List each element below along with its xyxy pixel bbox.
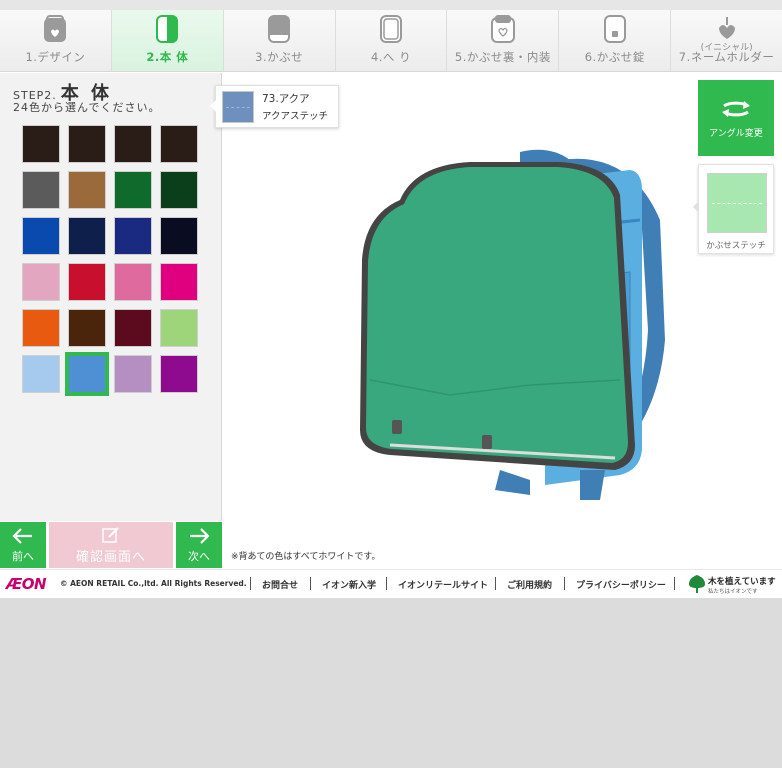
tab-label: 1.デザイン	[25, 50, 86, 64]
top-strip	[0, 0, 782, 10]
bottom-strap-right	[580, 470, 605, 500]
color-swatch[interactable]	[22, 171, 60, 209]
step-navigation: 1.デザイン 2.本 体 3.かぶせ 4.へ り 5.かぶせ裏・内装 6.かぶせ…	[0, 10, 782, 72]
tab-sublabel: (イニシャル)	[700, 43, 753, 53]
copyright-text: © AEON RETAIL Co.,ltd. All Rights Reserv…	[60, 579, 247, 588]
color-swatch[interactable]	[68, 125, 106, 163]
bag-lock-icon	[600, 13, 630, 45]
bag-flap-icon	[264, 13, 294, 45]
tab-label: 4.へ り	[370, 50, 412, 64]
footer-link-new-school[interactable]: イオン新入学	[322, 578, 376, 591]
bag-flap	[366, 167, 628, 463]
bag-body-icon	[152, 13, 182, 45]
tree-planting-subtext: 私たちはイオンです	[708, 589, 758, 595]
tab-design[interactable]: 1.デザイン	[0, 10, 112, 71]
color-swatch[interactable]	[114, 309, 152, 347]
next-button[interactable]: 次へ	[176, 522, 222, 568]
tree-planting-badge[interactable]: 木を植えています 私たちはイオンです	[688, 574, 776, 596]
color-swatch[interactable]	[68, 309, 106, 347]
app-window: 1.デザイン 2.本 体 3.かぶせ 4.へ り 5.かぶせ裏・内装 6.かぶせ…	[0, 0, 782, 598]
color-swatch[interactable]	[160, 217, 198, 255]
color-swatch[interactable]	[160, 125, 198, 163]
change-angle-button[interactable]: アングル変更	[698, 80, 774, 156]
color-swatch[interactable]	[160, 263, 198, 301]
arrow-left-icon	[12, 527, 32, 544]
footer-link-aeon-retail[interactable]: イオンリテールサイト	[398, 578, 488, 591]
tab-flap-interior[interactable]: 5.かぶせ裏・内装	[447, 10, 560, 71]
tab-label: 6.かぶせ錠	[584, 50, 645, 64]
aeon-logo[interactable]: ÆON	[6, 575, 47, 593]
flap-rivet-right	[482, 435, 492, 449]
flap-stitch-label: かぶせステッチ	[706, 241, 766, 251]
color-swatch[interactable]	[22, 263, 60, 301]
tab-label: 5.かぶせ裏・内装	[454, 50, 551, 64]
footer-separator	[495, 577, 496, 590]
tab-label: 2.本 体	[146, 50, 189, 64]
color-swatch[interactable]	[114, 355, 152, 393]
next-label: 次へ	[188, 549, 210, 563]
bag-heart-icon	[40, 13, 70, 45]
bag-interior-icon	[488, 13, 518, 45]
flap-stitch-preview[interactable]: かぶせステッチ	[693, 164, 774, 254]
color-swatch[interactable]	[22, 217, 60, 255]
footer-separator	[564, 577, 565, 590]
footer-separator	[674, 577, 675, 590]
footer: ÆON © AEON RETAIL Co.,ltd. All Rights Re…	[0, 569, 782, 598]
tab-label: 3.かぶせ	[255, 50, 304, 64]
footer-separator	[386, 577, 387, 590]
change-angle-label: アングル変更	[709, 128, 763, 139]
bag-edge-icon	[376, 13, 406, 45]
color-swatch[interactable]	[22, 355, 60, 393]
selected-color-info: 73.アクア アクアステッチ	[262, 91, 328, 122]
color-swatch[interactable]	[22, 125, 60, 163]
color-swatch[interactable]	[160, 171, 198, 209]
randoseru-preview-image	[360, 149, 665, 500]
tab-edge[interactable]: 4.へ り	[335, 10, 448, 71]
tab-body[interactable]: 2.本 体	[111, 10, 224, 71]
color-swatch[interactable]	[114, 125, 152, 163]
confirm-label: 確認画面へ	[75, 549, 146, 565]
color-swatch[interactable]	[114, 171, 152, 209]
footer-link-terms[interactable]: ご利用規約	[507, 578, 552, 591]
footer-separator	[250, 577, 251, 590]
background-note: ※背あての色はすべてホワイトです。	[231, 552, 381, 562]
tree-planting-text: 木を植えています	[708, 577, 776, 587]
color-swatch-grid	[22, 125, 198, 396]
selected-color-swatch	[222, 90, 254, 123]
color-swatch[interactable]	[22, 309, 60, 347]
color-swatch[interactable]	[68, 263, 106, 301]
color-swatch[interactable]	[65, 352, 109, 396]
color-selection-panel: STEP2. 本 体 24色から選んでください。	[0, 73, 222, 521]
rotate-icon	[722, 100, 750, 117]
color-swatch[interactable]	[160, 309, 198, 347]
color-swatch[interactable]	[68, 171, 106, 209]
footer-link-contact[interactable]: お問合せ	[262, 578, 298, 591]
selected-stitch-name: アクアステッチ	[262, 111, 329, 122]
bottom-strap	[495, 470, 530, 495]
color-swatch[interactable]	[114, 263, 152, 301]
tab-name-holder[interactable]: (イニシャル) 7.ネームホルダー	[671, 10, 782, 71]
step-instruction: 24色から選んでください。	[13, 101, 161, 114]
flap-rivet-left	[392, 420, 402, 434]
footer-link-privacy[interactable]: プライバシーポリシー	[576, 578, 666, 591]
prev-label: 前へ	[12, 549, 34, 563]
footer-separator	[310, 577, 311, 590]
tab-flap[interactable]: 3.かぶせ	[223, 10, 336, 71]
flap-stitch-swatch	[707, 173, 767, 233]
edit-icon	[102, 526, 119, 543]
tab-flap-lock[interactable]: 6.かぶせ錠	[559, 10, 672, 71]
selected-color-name: 73.アクア	[262, 93, 310, 105]
tree-icon	[689, 575, 705, 593]
confirm-button[interactable]: 確認画面へ	[49, 522, 173, 568]
prev-button[interactable]: 前へ	[0, 522, 46, 568]
arrow-right-icon	[190, 527, 210, 544]
color-swatch[interactable]	[68, 217, 106, 255]
selected-color-tooltip: 73.アクア アクアステッチ	[210, 85, 339, 128]
color-swatch[interactable]	[114, 217, 152, 255]
color-swatch[interactable]	[160, 355, 198, 393]
